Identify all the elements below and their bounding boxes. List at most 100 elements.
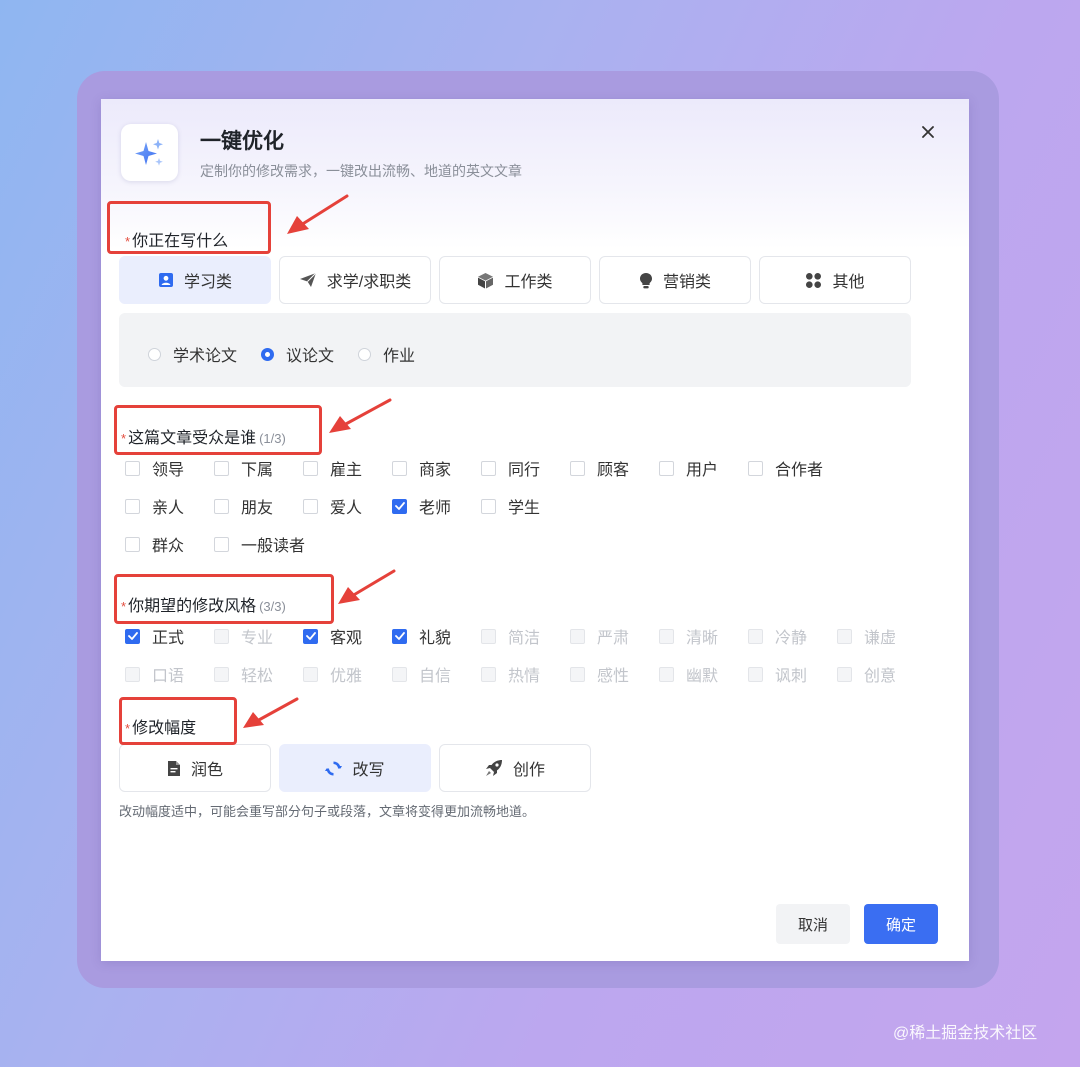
audience-option-checkbox[interactable]: 用户 [659,456,718,480]
checkbox-box [125,460,140,476]
checkbox-label: 老师 [419,500,452,517]
style-option-checkbox[interactable]: 礼貌 [392,624,451,648]
radio-circle [358,347,371,361]
category-label: 营销类 [662,274,711,291]
dialog-title: 一键优化 [200,130,284,153]
checkbox-label: 冷静 [775,630,808,647]
subtype-homework-radio[interactable]: 作业 [358,342,415,366]
audience-option-checkbox[interactable]: 一般读者 [214,532,305,556]
checkbox-box [481,628,496,644]
checkbox-label: 客观 [330,630,363,647]
rocket-icon [485,760,502,776]
checkbox-label: 同行 [508,462,541,479]
document-icon [167,760,180,776]
checkbox-label: 口语 [152,668,185,685]
style-option-checkbox: 谦虚 [837,624,896,648]
checkbox-label: 轻松 [241,668,274,685]
audience-option-checkbox[interactable]: 顾客 [570,456,629,480]
annotation-arrow-icon [329,398,392,433]
cancel-button[interactable]: 取消 [776,904,850,944]
style-option-checkbox: 冷静 [748,624,807,648]
checkbox-box [570,628,585,644]
checkbox-label: 谦虚 [864,630,897,647]
annotation-box-audience [114,405,322,455]
radio-circle-selected [261,347,274,361]
checkbox-box [214,628,229,644]
checkmark-icon [305,632,316,640]
style-option-checkbox: 专业 [214,624,273,648]
checkbox-box [125,666,140,682]
level-polish-button[interactable]: 润色 [119,744,271,792]
annotation-arrow-icon [287,194,349,234]
checkbox-box [837,628,852,644]
optimize-dialog: 一键优化 定制你的修改需求，一键改出流畅、地道的英文文章 * 你正在写什么 学习类… [101,99,969,961]
checkbox-box [659,666,674,682]
level-label: 改写 [352,762,385,779]
category-apply-button[interactable]: 求学/求职类 [279,256,431,304]
close-button[interactable] [917,121,939,143]
close-icon [922,126,934,138]
dialog-logo [121,124,178,181]
style-option-checkbox: 幽默 [659,662,718,686]
checkbox-box [748,666,763,682]
radio-label: 学术论文 [173,348,238,365]
style-option-checkbox[interactable]: 正式 [125,624,184,648]
category-work-button[interactable]: 工作类 [439,256,591,304]
dialog-subtitle: 定制你的修改需求，一键改出流畅、地道的英文文章 [200,163,522,179]
subtype-argumentative-radio[interactable]: 议论文 [261,342,334,366]
style-option-checkbox: 感性 [570,662,629,686]
checkbox-label: 感性 [597,668,630,685]
audience-option-checkbox[interactable]: 亲人 [125,494,184,518]
audience-option-checkbox[interactable]: 领导 [125,456,184,480]
annotation-box-writing-type [107,201,271,254]
audience-option-checkbox[interactable]: 朋友 [214,494,273,518]
audience-option-checkbox[interactable]: 老师 [392,494,451,518]
subtype-academic-paper-radio[interactable]: 学术论文 [148,342,237,366]
style-option-checkbox[interactable]: 客观 [303,624,362,648]
checkbox-box [303,460,318,476]
user-card-icon [158,273,173,287]
checkbox-box [659,460,674,476]
audience-option-checkbox[interactable]: 下属 [214,456,273,480]
subtype-panel: 学术论文 议论文 作业 [119,313,911,387]
checkbox-label: 清晰 [686,630,719,647]
checkbox-label: 下属 [241,462,274,479]
style-option-checkbox: 讽刺 [748,662,807,686]
checkbox-label: 热情 [508,668,541,685]
checkbox-label: 幽默 [686,668,719,685]
category-label: 其他 [832,274,865,291]
style-option-checkbox: 口语 [125,662,184,686]
audience-option-checkbox[interactable]: 雇主 [303,456,362,480]
checkbox-box [392,666,407,682]
category-other-button[interactable]: 其他 [759,256,911,304]
style-option-checkbox: 轻松 [214,662,273,686]
level-create-button[interactable]: 创作 [439,744,591,792]
confirm-button[interactable]: 确定 [864,904,938,944]
style-option-checkbox: 优雅 [303,662,362,686]
checkbox-label: 正式 [152,630,185,647]
checkbox-label: 用户 [686,462,719,479]
audience-option-checkbox[interactable]: 爱人 [303,494,362,518]
level-rewrite-button[interactable]: 改写 [279,744,431,792]
category-label: 学习类 [183,274,232,291]
audience-option-checkbox[interactable]: 商家 [392,456,451,480]
audience-option-checkbox[interactable]: 同行 [481,456,540,480]
checkbox-checked [125,628,140,644]
checkbox-label: 自信 [419,668,452,685]
checkbox-box [748,460,763,476]
checkbox-label: 合作者 [775,462,824,479]
checkbox-label: 礼貌 [419,630,452,647]
radio-label: 作业 [383,348,416,365]
audience-option-checkbox[interactable]: 合作者 [748,456,823,480]
checkmark-icon [394,632,405,640]
category-marketing-button[interactable]: 营销类 [599,256,751,304]
checkbox-label: 讽刺 [775,668,808,685]
checkbox-label: 亲人 [152,500,185,517]
checkbox-label: 领导 [152,462,185,479]
audience-option-checkbox[interactable]: 群众 [125,532,184,556]
checkbox-box [392,460,407,476]
checkbox-label: 顾客 [597,462,630,479]
category-study-button[interactable]: 学习类 [119,256,271,304]
audience-option-checkbox[interactable]: 学生 [481,494,540,518]
annotation-arrow-icon [243,697,299,728]
